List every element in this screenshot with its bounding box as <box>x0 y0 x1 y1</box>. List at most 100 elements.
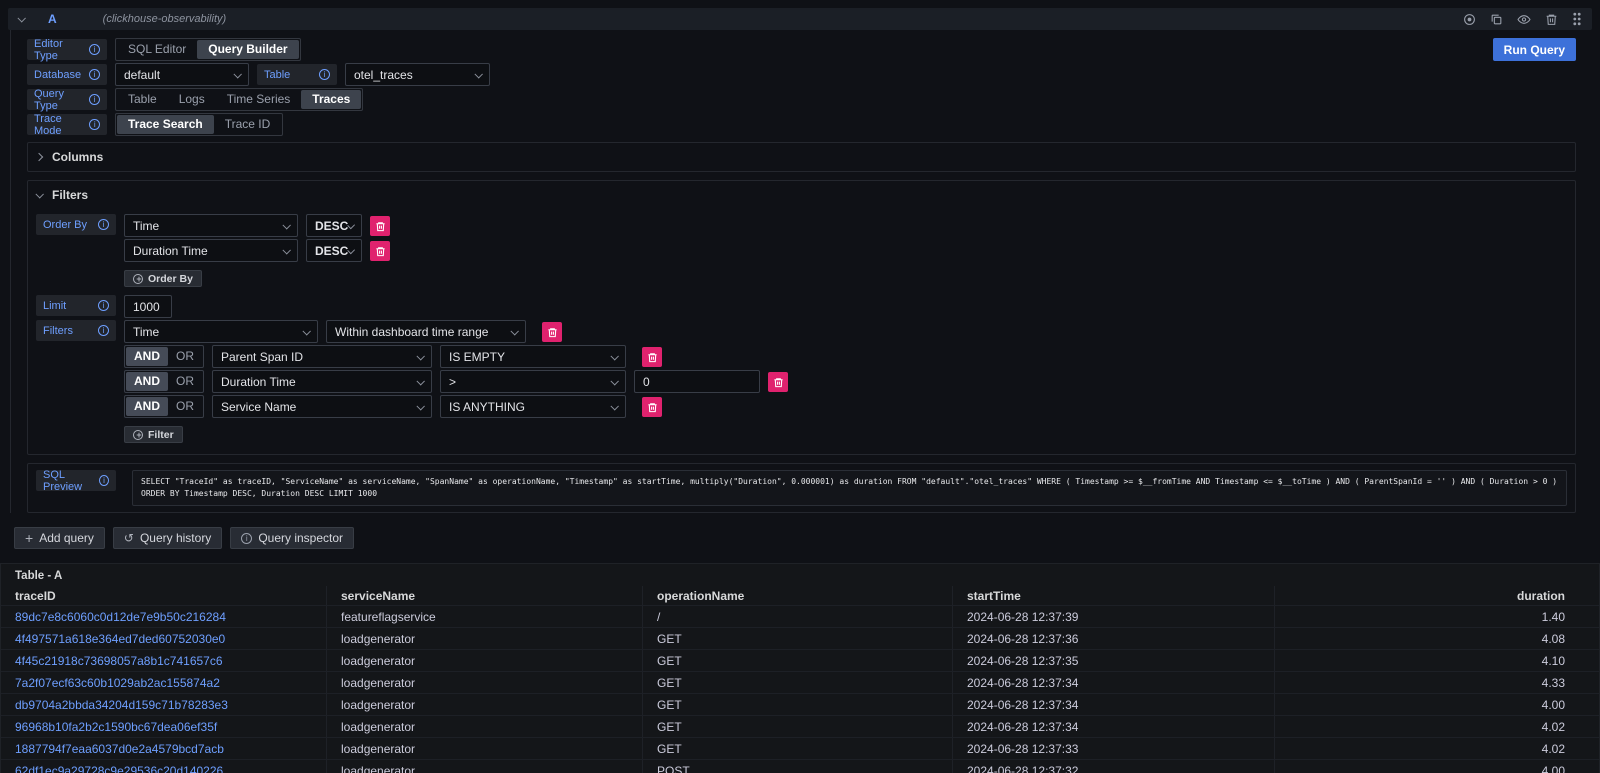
column-header-traceid[interactable]: traceID <box>1 586 327 605</box>
filter-field-select[interactable]: Parent Span ID <box>212 345 432 368</box>
info-icon[interactable] <box>98 219 109 230</box>
caret-down-icon <box>510 327 518 335</box>
query-type-traces[interactable]: Traces <box>301 90 361 109</box>
info-icon[interactable] <box>99 475 109 486</box>
caret-down-icon <box>282 246 290 254</box>
query-type-table[interactable]: Table <box>117 90 168 109</box>
run-query-button[interactable]: Run Query <box>1493 38 1576 61</box>
trace-id-link[interactable]: 89dc7e8c6060c0d12de7e9b50c216284 <box>1 606 327 627</box>
add-query-button[interactable]: Add query <box>14 527 105 549</box>
table-cell: GET <box>643 672 953 693</box>
trace-id-link[interactable]: 62df1ec9a29728c9e29536c20d140226 <box>1 760 327 773</box>
sql-preview-label: SQL Preview <box>36 470 116 491</box>
table-cell: 2024-06-28 12:37:34 <box>953 672 1275 693</box>
table-cell: 4.00 <box>1275 694 1599 715</box>
order-by-field-select[interactable]: Time <box>124 214 298 237</box>
editor-type-query-builder[interactable]: Query Builder <box>197 40 298 59</box>
conjunction-toggle: AND OR <box>124 395 204 418</box>
trace-id-link[interactable]: 4f45c21918c73698057a8b1c741657c6 <box>1 650 327 671</box>
info-icon[interactable] <box>98 325 109 336</box>
duplicate-icon[interactable] <box>1490 13 1503 26</box>
info-icon[interactable] <box>89 119 100 130</box>
table-row: 89dc7e8c6060c0d12de7e9b50c216284featuref… <box>1 606 1599 628</box>
table-row: 1887794f7eaa6037d0e2a4579bcd7acbloadgene… <box>1 738 1599 760</box>
filter-operator-select[interactable]: Within dashboard time range <box>326 320 526 343</box>
conjunction-and[interactable]: AND <box>126 397 168 416</box>
order-by-direction-select[interactable]: DESC <box>306 214 362 237</box>
info-icon[interactable] <box>89 69 100 80</box>
trace-id-link[interactable]: 96968b10fa2b2c1590bc67dea06ef35f <box>1 716 327 737</box>
collapse-chevron-icon[interactable] <box>17 14 25 22</box>
table-cell: 2024-06-28 12:37:35 <box>953 650 1275 671</box>
query-type-time-series[interactable]: Time Series <box>216 90 302 109</box>
eye-icon[interactable] <box>1517 13 1531 26</box>
database-select[interactable]: default <box>115 63 249 86</box>
table-row: 96968b10fa2b2c1590bc67dea06ef35floadgene… <box>1 716 1599 738</box>
column-header-duration[interactable]: duration <box>1275 586 1599 605</box>
trace-id-link[interactable]: 7a2f07ecf63c60b1029ab2ac155874a2 <box>1 672 327 693</box>
remove-filter-button[interactable] <box>642 347 662 367</box>
remove-filter-button[interactable] <box>542 322 562 342</box>
trace-mode-trace-search[interactable]: Trace Search <box>117 115 214 134</box>
drag-handle-icon[interactable] <box>1572 12 1582 26</box>
circle-dot-icon[interactable] <box>1463 13 1476 26</box>
table-row: 4f497571a618e364ed7ded60752030e0loadgene… <box>1 628 1599 650</box>
trace-id-link[interactable]: 1887794f7eaa6037d0e2a4579bcd7acb <box>1 738 327 759</box>
table-cell: loadgenerator <box>327 628 643 649</box>
column-header-starttime[interactable]: startTime <box>953 586 1275 605</box>
editor-type-label: Editor Type <box>27 39 107 60</box>
info-icon[interactable] <box>98 300 109 311</box>
columns-section-header[interactable]: Columns <box>36 148 1567 166</box>
conjunction-and[interactable]: AND <box>126 372 168 391</box>
conjunction-or[interactable]: OR <box>168 372 202 391</box>
query-type-logs[interactable]: Logs <box>168 90 216 109</box>
database-label: Database <box>27 64 107 85</box>
info-icon[interactable] <box>89 44 100 55</box>
trace-id-link[interactable]: db9704a2bbda34204d159c71b78283e3 <box>1 694 327 715</box>
table-cell: GET <box>643 650 953 671</box>
query-history-button[interactable]: Query history <box>113 527 222 549</box>
datasource-name: (clickhouse-observability) <box>103 13 227 25</box>
table-cell: GET <box>643 694 953 715</box>
remove-filter-button[interactable] <box>642 397 662 417</box>
table-cell: loadgenerator <box>327 650 643 671</box>
editor-type-sql-editor[interactable]: SQL Editor <box>117 40 197 59</box>
conjunction-or[interactable]: OR <box>168 397 202 416</box>
filter-field-select[interactable]: Service Name <box>212 395 432 418</box>
add-order-by-button[interactable]: Order By <box>124 270 202 287</box>
column-header-servicename[interactable]: serviceName <box>327 586 643 605</box>
query-inspector-button[interactable]: Query inspector <box>230 527 354 549</box>
info-icon[interactable] <box>89 94 100 105</box>
add-filter-button[interactable]: Filter <box>124 426 183 443</box>
caret-down-icon <box>610 402 618 410</box>
filter-field-select[interactable]: Duration Time <box>212 370 432 393</box>
column-header-operationname[interactable]: operationName <box>643 586 953 605</box>
table-cell: 4.08 <box>1275 628 1599 649</box>
table-cell: GET <box>643 716 953 737</box>
remove-order-by-button[interactable] <box>370 216 390 236</box>
trash-icon[interactable] <box>1545 13 1558 26</box>
remove-filter-button[interactable] <box>768 372 788 392</box>
filter-field-select[interactable]: Time <box>124 320 318 343</box>
query-row-header[interactable]: A (clickhouse-observability) <box>8 8 1592 30</box>
editor-type-toggle: SQL Editor Query Builder <box>115 38 301 61</box>
filters-section-header[interactable]: Filters <box>36 186 1567 204</box>
table-cell: loadgenerator <box>327 760 643 773</box>
filter-operator-select[interactable]: IS EMPTY <box>440 345 626 368</box>
remove-order-by-button[interactable] <box>370 241 390 261</box>
trace-mode-trace-id[interactable]: Trace ID <box>214 115 282 134</box>
order-by-label: Order By <box>36 214 116 235</box>
order-by-field-select[interactable]: Duration Time <box>124 239 298 262</box>
conjunction-or[interactable]: OR <box>168 347 202 366</box>
table-panel: Table - A traceID serviceName operationN… <box>0 563 1600 773</box>
order-by-direction-select[interactable]: DESC <box>306 239 362 262</box>
limit-input[interactable] <box>124 295 172 318</box>
info-icon[interactable] <box>319 69 330 80</box>
table-select[interactable]: otel_traces <box>345 63 490 86</box>
trace-id-link[interactable]: 4f497571a618e364ed7ded60752030e0 <box>1 628 327 649</box>
filter-operator-select[interactable]: > <box>440 370 626 393</box>
filter-operator-select[interactable]: IS ANYTHING <box>440 395 626 418</box>
table-cell: 2024-06-28 12:37:36 <box>953 628 1275 649</box>
filter-value-input[interactable] <box>634 370 760 393</box>
conjunction-and[interactable]: AND <box>126 347 168 366</box>
